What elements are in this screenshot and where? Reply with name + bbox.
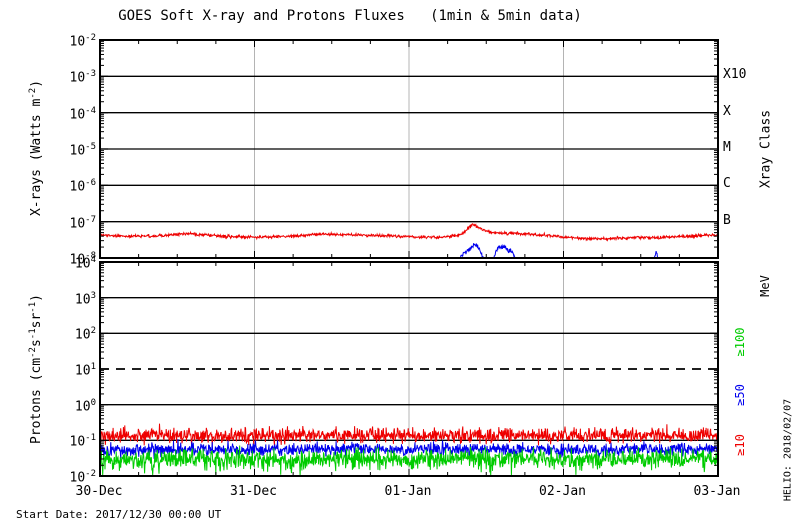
y-tick-label: 10-2 bbox=[69, 33, 97, 50]
y-tick-label: 102 bbox=[74, 326, 96, 343]
start-date-label: Start Date: 2017/12/30 00:00 UT bbox=[16, 508, 222, 521]
protons-label-ge10: ≥10 bbox=[733, 434, 747, 456]
y-tick-label: 104 bbox=[74, 255, 96, 272]
goes-flux-chart-page: GOES Soft X-ray and Protons Fluxes (1min… bbox=[0, 0, 800, 530]
protons-label-MeV: MeV bbox=[758, 275, 772, 297]
y-tick-label: 10-2 bbox=[69, 469, 97, 486]
y-tick-label: 10-4 bbox=[69, 105, 97, 122]
xray-class-x: X bbox=[723, 103, 731, 119]
x-tick-label-01-jan: 01-Jan bbox=[384, 484, 432, 499]
y-tick-label: 101 bbox=[74, 362, 96, 379]
xray-class-axis-label: Xray Class bbox=[758, 109, 774, 189]
y-tick-label: 10-1 bbox=[69, 433, 97, 450]
xray-class-x10: X10 bbox=[723, 67, 747, 83]
y-tick-label: 100 bbox=[74, 397, 96, 414]
x-tick-label-31-dec: 31-Dec bbox=[230, 484, 277, 499]
protons-label-ge50: ≥50 bbox=[733, 384, 747, 406]
y-tick-label: 10-6 bbox=[69, 178, 97, 195]
x-tick-label-02-jan: 02-Jan bbox=[539, 484, 586, 499]
y-tick-label: 10-7 bbox=[69, 214, 97, 231]
protons-label-ge100: ≥100 bbox=[733, 327, 747, 357]
protons-axis-label: Protons (cm-2s-1sr-1) bbox=[27, 294, 45, 444]
xray-class-b: B bbox=[723, 212, 731, 228]
x-tick-label-30-dec: 30-Dec bbox=[75, 484, 123, 499]
x-tick-label-03-jan: 03-Jan bbox=[693, 484, 741, 499]
chart-canvas bbox=[99, 39, 719, 477]
xray-class-c: C bbox=[723, 176, 731, 192]
credit-label: HELIO: 2018/02/07 bbox=[782, 398, 794, 502]
xray-axis-label: X-rays (Watts m-2) bbox=[27, 79, 45, 217]
y-tick-label: 103 bbox=[74, 290, 96, 307]
y-tick-label: 10-5 bbox=[69, 142, 97, 159]
xray-class-m: M bbox=[723, 140, 731, 155]
y-tick-label: 10-3 bbox=[69, 69, 97, 86]
